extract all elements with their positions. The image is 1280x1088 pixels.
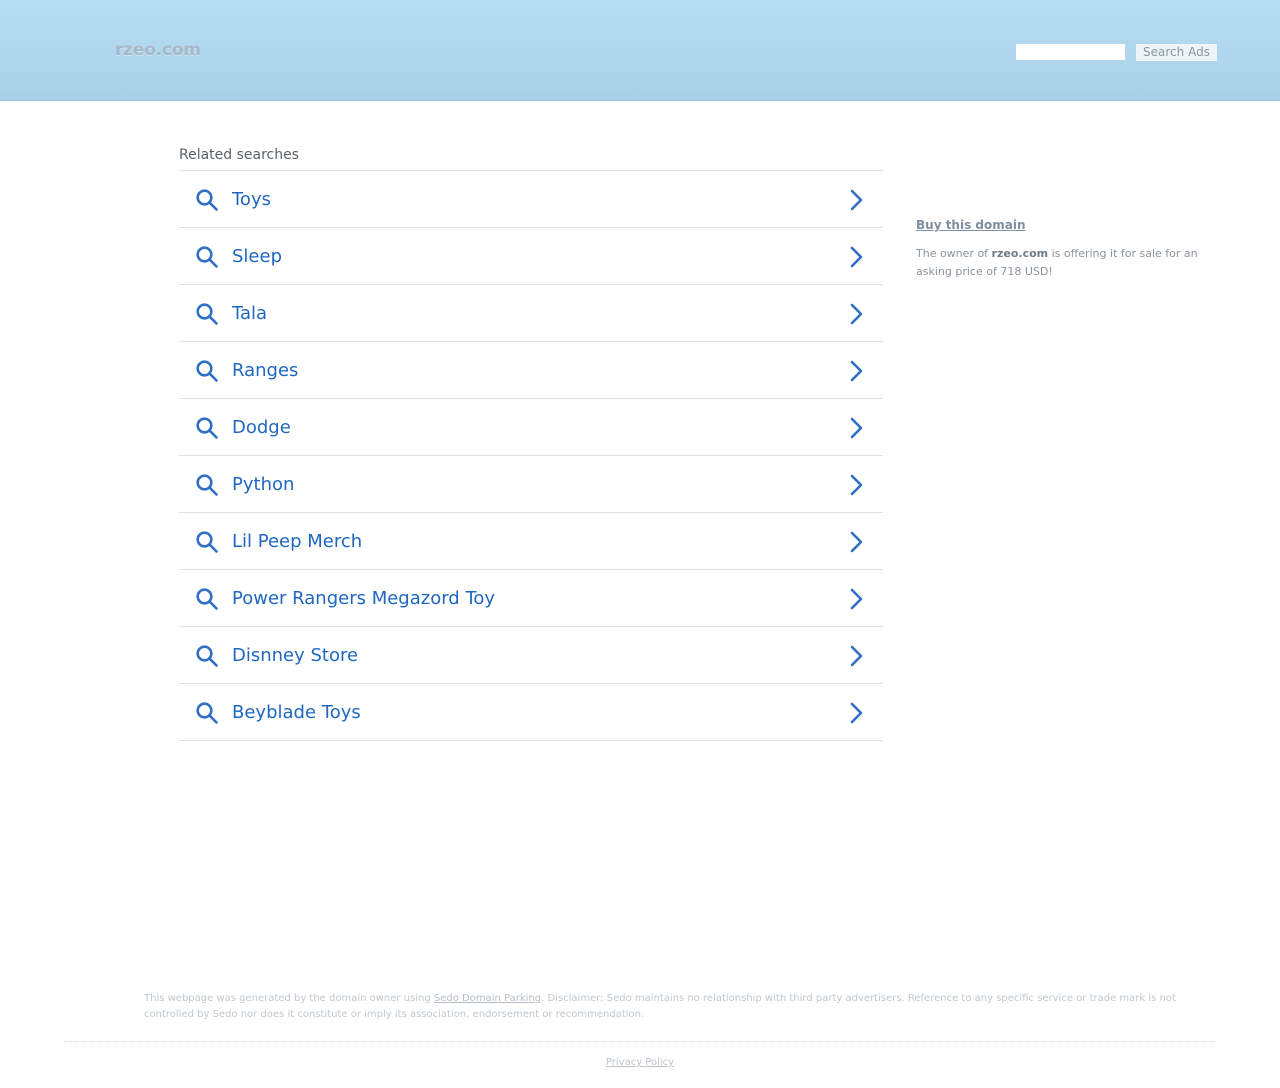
search-icon <box>196 360 218 382</box>
related-search-item[interactable]: Disnney Store <box>179 627 883 684</box>
related-search-label: Lil Peep Merch <box>232 531 363 552</box>
page-header: rzeo.com Search Ads <box>0 0 1280 101</box>
chevron-right-icon <box>850 417 863 439</box>
related-search-label: Disnney Store <box>232 645 359 666</box>
related-searches-heading: Related searches <box>179 147 300 163</box>
search-icon <box>196 702 218 724</box>
search-icon <box>196 645 218 667</box>
search-icon <box>196 417 218 439</box>
sedo-parking-link[interactable]: Sedo Domain Parking <box>434 993 541 1004</box>
chevron-right-icon <box>850 360 863 382</box>
sale-domain-name: rzeo.com <box>991 247 1049 260</box>
search-icon <box>196 531 218 553</box>
footer-divider <box>64 1041 1216 1042</box>
related-search-item[interactable]: Power Rangers Megazord Toy <box>179 570 883 627</box>
related-search-label: Sleep <box>232 246 283 267</box>
related-search-item[interactable]: Python <box>179 456 883 513</box>
chevron-right-icon <box>850 189 863 211</box>
sale-offer-text: The owner of rzeo.com is offering it for… <box>916 245 1216 281</box>
chevron-right-icon <box>850 588 863 610</box>
related-search-label: Beyblade Toys <box>232 702 361 723</box>
related-search-item[interactable]: Dodge <box>179 399 883 456</box>
search-icon <box>196 246 218 268</box>
disclaimer-prefix: This webpage was generated by the domain… <box>144 993 434 1004</box>
related-search-label: Dodge <box>232 417 291 438</box>
related-search-label: Python <box>232 474 295 495</box>
related-search-item[interactable]: Sleep <box>179 228 883 285</box>
related-search-item[interactable]: Tala <box>179 285 883 342</box>
search-icon <box>196 189 218 211</box>
chevron-right-icon <box>850 474 863 496</box>
chevron-right-icon <box>850 531 863 553</box>
search-input[interactable] <box>1016 44 1125 60</box>
site-logo[interactable]: rzeo.com <box>115 40 201 60</box>
chevron-right-icon <box>850 702 863 724</box>
privacy-footer: Privacy Policy <box>0 1057 1280 1068</box>
search-ads-button[interactable]: Search Ads <box>1136 44 1217 61</box>
related-search-label: Tala <box>232 303 268 324</box>
search-icon <box>196 303 218 325</box>
footer-disclaimer: This webpage was generated by the domain… <box>144 991 1204 1023</box>
search-icon <box>196 588 218 610</box>
related-search-item[interactable]: Ranges <box>179 342 883 399</box>
chevron-right-icon <box>850 645 863 667</box>
related-search-label: Toys <box>232 189 271 210</box>
buy-domain-link[interactable]: Buy this domain <box>916 218 1026 232</box>
chevron-right-icon <box>850 246 863 268</box>
related-search-item[interactable]: Beyblade Toys <box>179 684 883 741</box>
privacy-policy-link[interactable]: Privacy Policy <box>606 1057 674 1068</box>
sale-text-prefix: The owner of <box>916 247 992 260</box>
search-icon <box>196 474 218 496</box>
related-search-item[interactable]: Toys <box>179 171 883 228</box>
related-search-label: Ranges <box>232 360 299 381</box>
chevron-right-icon <box>850 303 863 325</box>
related-search-item[interactable]: Lil Peep Merch <box>179 513 883 570</box>
related-searches-list: Toys Sleep Tala Ranges Dodge Python Lil … <box>179 170 883 741</box>
related-search-label: Power Rangers Megazord Toy <box>232 588 496 609</box>
